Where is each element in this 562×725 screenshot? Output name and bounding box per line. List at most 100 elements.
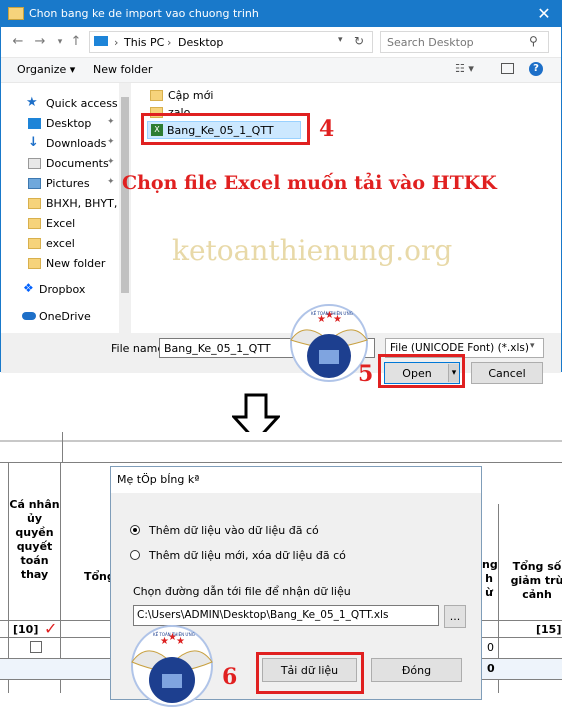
sidebar-item-dropbox[interactable]: ❖ Dropbox [1, 281, 119, 299]
column-header: Tổng số giảm trừ cảnh [510, 560, 562, 601]
checkmark-icon: ✓ [44, 619, 58, 638]
breadcrumb-desktop[interactable]: Desktop [178, 36, 223, 49]
step-number-5: 5 [358, 361, 374, 387]
browse-button[interactable]: ... [444, 605, 466, 628]
this-pc-icon [94, 36, 108, 46]
command-bar: Organize ▾ New folder ☷ ▾ ? [1, 57, 561, 83]
sidebar-item-label: Downloads [46, 137, 107, 150]
cancel-button[interactable]: Cancel [471, 362, 543, 384]
folder-icon [28, 218, 41, 229]
organize-menu[interactable]: Organize ▾ [17, 63, 75, 76]
step-number-4: 4 [319, 116, 335, 142]
watermark-text: ketoanthienung.org [172, 234, 453, 267]
row-checkbox[interactable] [30, 641, 42, 653]
folder-icon [28, 238, 41, 249]
onedrive-icon [22, 312, 36, 320]
sidebar-item-desktop[interactable]: Desktop ✦ [1, 115, 119, 133]
dialog-titlebar: Mẹ tÖp bÍng kª [111, 467, 481, 493]
pin-icon: ✦ [107, 177, 115, 187]
sidebar-item-documents[interactable]: Documents ✦ [1, 155, 119, 173]
cancel-button-label: Cancel [488, 367, 526, 380]
radio-button[interactable] [130, 550, 140, 560]
star-icon: ★ [26, 95, 38, 110]
chevron-down-icon[interactable]: ▾ [338, 35, 343, 45]
help-icon[interactable]: ? [529, 62, 543, 76]
option-label: Thêm dữ liệu vào dữ liệu đã có [149, 524, 319, 537]
breadcrumb-this-pc[interactable]: This PC [124, 36, 164, 49]
sidebar-item-label: Desktop [46, 117, 92, 130]
search-input[interactable]: Search Desktop ⚲ [380, 31, 549, 53]
pin-icon: ✦ [107, 117, 115, 127]
logo-text: KẾ TOÁN THIÊN ƯNG [311, 311, 353, 316]
cell-value: 0 [487, 662, 495, 675]
sidebar-item-excel-lower[interactable]: excel [1, 235, 119, 253]
header-line: ng [482, 558, 498, 571]
dialog-title: Mẹ tÖp bÍng kª [117, 473, 200, 486]
navigation-pane: ★ Quick access Desktop ✦ ↓ Downloads ✦ D… [1, 83, 133, 333]
sidebar-item-pictures[interactable]: Pictures ✦ [1, 175, 119, 193]
step-number-6: 6 [222, 664, 238, 690]
refresh-icon[interactable]: ↻ [354, 34, 364, 48]
view-options-icon[interactable]: ☷ ▾ [455, 62, 474, 75]
sidebar-item-label: Dropbox [39, 283, 86, 296]
sidebar-item-label: BHXH, BHYT, BH [46, 197, 119, 210]
sidebar-item-onedrive[interactable]: OneDrive [1, 308, 119, 326]
forward-arrow-icon[interactable]: → [31, 32, 49, 52]
cell-value: 0 [487, 641, 494, 654]
preview-pane-icon[interactable] [501, 63, 514, 74]
file-name: Cập mới [168, 89, 214, 102]
sidebar-item-label: excel [46, 237, 75, 250]
chevron-down-icon: ▾ [530, 341, 535, 351]
svg-text:★: ★ [176, 636, 185, 647]
pin-icon: ✦ [107, 157, 115, 167]
folder-icon [8, 7, 24, 20]
dropbox-icon: ❖ [23, 281, 34, 295]
sidebar-item-quick-access[interactable]: ★ Quick access [1, 95, 119, 113]
column-header-partial: ng h ừ [482, 558, 498, 600]
scrollbar-thumb[interactable] [121, 97, 129, 293]
sidebar-item-label: New folder [46, 257, 106, 270]
highlight-box-step5 [378, 354, 465, 388]
header-line: h [485, 572, 493, 585]
sidebar-item-label: OneDrive [39, 310, 91, 323]
highlight-box-step6 [256, 652, 364, 694]
folder-icon [150, 90, 163, 101]
file-type-value: File (UNICODE Font) (*.xls) [390, 342, 529, 354]
sidebar-item-label: Excel [46, 217, 76, 230]
sidebar-item-label: Quick access [46, 97, 118, 110]
header-line: ừ [485, 586, 493, 599]
radio-button-selected[interactable] [130, 525, 140, 535]
sidebar-item-label: Documents [46, 157, 109, 170]
close-label: Đóng [401, 664, 432, 677]
breadcrumb-sep: › [167, 36, 172, 49]
sidebar-item-label: Pictures [46, 177, 90, 190]
up-arrow-icon[interactable]: ↑ [67, 32, 85, 52]
replace-data-option[interactable]: Thêm dữ liệu mới, xóa dữ liệu đã có [130, 549, 346, 563]
sidebar-scrollbar[interactable] [119, 83, 131, 333]
grid-cell [0, 432, 63, 462]
append-data-option[interactable]: Thêm dữ liệu vào dữ liệu đã có [130, 524, 330, 538]
documents-icon [28, 158, 41, 169]
folder-icon [28, 198, 41, 209]
new-folder-button[interactable]: New folder [93, 63, 152, 76]
browse-button-label: ... [449, 610, 461, 623]
close-button[interactable]: ✕ [531, 3, 557, 25]
back-arrow-icon[interactable]: ← [9, 32, 27, 52]
address-bar[interactable]: › This PC › Desktop ▾ ↻ [89, 31, 373, 53]
address-row: ← → ▾ ↑ › This PC › Desktop ▾ ↻ Search D… [1, 28, 561, 56]
desktop-icon [28, 118, 41, 129]
grid-line [0, 440, 562, 442]
path-label: Chọn đường dẫn tới file để nhận dữ liệu [133, 585, 351, 598]
search-placeholder: Search Desktop [387, 36, 474, 49]
dialog-titlebar: Chon bang ke de import vao chuong trinh … [1, 1, 561, 27]
sidebar-item-downloads[interactable]: ↓ Downloads ✦ [1, 135, 119, 153]
download-icon: ↓ [28, 135, 39, 150]
dialog-footer: File name: Bang_Ke_05_1_QTT ▾ File (UNIC… [1, 333, 561, 384]
close-button[interactable]: Đóng [371, 658, 462, 682]
sidebar-item-bhxh[interactable]: BHXH, BHYT, BH [1, 195, 119, 213]
logo-text: KẾ TOÁN THIÊN ƯNG [153, 632, 195, 637]
sidebar-item-excel[interactable]: Excel [1, 215, 119, 233]
sidebar-item-new-folder[interactable]: New folder [1, 255, 119, 273]
list-item[interactable]: Cập mới [148, 88, 248, 104]
highlight-box-step4 [141, 113, 310, 145]
